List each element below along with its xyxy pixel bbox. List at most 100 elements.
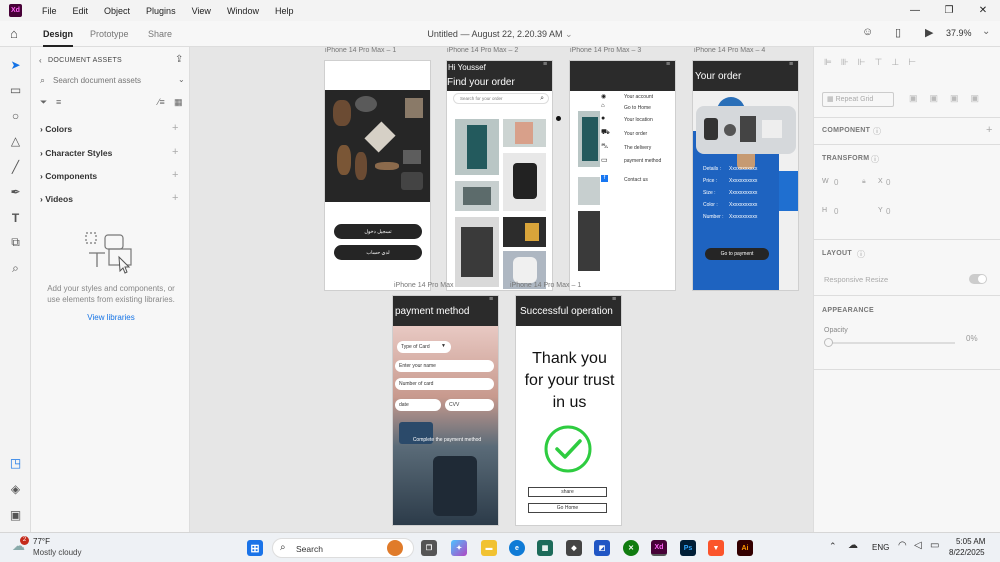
complete-payment-button[interactable]: Complete the payment method [401, 434, 493, 446]
menu-file[interactable]: File [34, 6, 65, 16]
go-to-payment-button[interactable]: Go to payment [705, 248, 769, 260]
card-type-select[interactable]: Type of Card ▼ [397, 341, 451, 353]
minimize-button[interactable]: — [898, 0, 932, 21]
clock-time[interactable]: 5:05 AM [956, 537, 985, 546]
section-videos[interactable]: › Videos + [40, 192, 178, 204]
add-component-icon[interactable]: + [986, 124, 992, 136]
artboard-4[interactable]: Your order ≡ Details : Price : Size : Co… [692, 60, 799, 291]
artboard-5-label[interactable]: iPhone 14 Pro Max [394, 282, 454, 289]
back-icon[interactable]: ‹ [39, 56, 42, 65]
view-libraries-link[interactable]: View libraries [40, 313, 182, 322]
add-component-icon[interactable]: + [172, 169, 178, 181]
volume-icon[interactable]: ◁ [914, 540, 922, 551]
clock-date[interactable]: 8/22/2025 [949, 548, 985, 557]
user-icon[interactable]: ☺ [862, 26, 873, 38]
artboard-2[interactable]: Hi Youssef Find your order ≡ Search for … [446, 60, 553, 291]
opacity-value[interactable]: 0% [966, 334, 978, 343]
battery-icon[interactable]: ▭ [930, 540, 939, 551]
info-icon[interactable]: ⓘ [871, 154, 879, 165]
weather-description[interactable]: Mostly cloudy [33, 548, 81, 557]
wifi-icon[interactable]: ◠ [898, 540, 907, 551]
menu-your-order[interactable]: Your order [624, 131, 647, 137]
zoom-level[interactable]: 37.9% [946, 28, 972, 38]
height-input[interactable]: 0 [834, 207, 838, 216]
menu-edit[interactable]: Edit [65, 6, 97, 16]
brave-icon[interactable]: ▼ [708, 540, 724, 556]
task-view-icon[interactable]: ❐ [421, 540, 437, 556]
xbox-icon[interactable]: ✕ [623, 540, 639, 556]
select-tool-icon[interactable]: ➤ [8, 57, 23, 72]
sort-icon[interactable]: ≡ [56, 97, 61, 107]
play-icon[interactable]: ▶ [925, 26, 933, 39]
artboard-2-label[interactable]: iPhone 14 Pro Max – 2 [447, 47, 518, 54]
rectangle-tool-icon[interactable]: ▭ [8, 82, 23, 97]
menu-object[interactable]: Object [96, 6, 138, 16]
pen-tool-icon[interactable]: ✒ [8, 184, 23, 199]
have-account-button[interactable]: لدي حساب [334, 245, 422, 260]
repeat-grid-button[interactable]: ▦ Repeat Grid [822, 92, 894, 107]
align-tools[interactable]: ⊫⊪⊩⊤⊥⊢ [824, 57, 925, 68]
section-colors[interactable]: › Colors + [40, 122, 178, 134]
go-home-button[interactable]: Go Home [528, 503, 607, 513]
edge-icon[interactable]: e [509, 540, 525, 556]
windows-start-icon[interactable]: ⊞ [247, 540, 263, 556]
store-icon[interactable]: ▦ [537, 540, 553, 556]
prototype-connector-dot[interactable] [556, 116, 561, 121]
width-input[interactable]: 0 [834, 178, 838, 187]
opacity-slider-handle[interactable] [824, 338, 833, 347]
menu-contact-us[interactable]: Contact us [624, 177, 648, 183]
menu-payment-method[interactable]: payment method [624, 158, 661, 164]
export-icon[interactable]: ⇪ [175, 54, 183, 65]
tray-app-icon[interactable]: ☁ [848, 540, 858, 551]
x-input[interactable]: 0 [886, 178, 890, 187]
illustrator-icon[interactable]: Ai [737, 540, 753, 556]
artboard-3-label[interactable]: iPhone 14 Pro Max – 3 [570, 47, 641, 54]
artboard-6-label[interactable]: iPhone 14 Pro Max – 1 [510, 282, 581, 289]
plugins-icon[interactable]: ▣ [8, 507, 23, 522]
hamburger-icon[interactable]: ≡ [543, 61, 547, 68]
info-icon[interactable]: ⓘ [873, 126, 881, 137]
name-input[interactable]: Enter your name [395, 360, 494, 372]
copilot-icon[interactable]: ✦ [451, 540, 467, 556]
boolean-ops-icons[interactable]: ▣▣▣▣ [909, 93, 991, 104]
teams-icon[interactable]: ◩ [594, 540, 610, 556]
xd-taskbar-icon[interactable]: Xd [651, 540, 667, 556]
menu-go-home[interactable]: Go to Home [624, 105, 651, 111]
artboard-1[interactable]: تسجيل دخول لدي حساب [324, 60, 431, 291]
y-input[interactable]: 0 [886, 207, 890, 216]
artboard-4-label[interactable]: iPhone 14 Pro Max – 4 [694, 47, 765, 54]
chevron-down-icon[interactable]: ⌄ [178, 75, 185, 84]
hamburger-icon[interactable]: ≡ [612, 296, 616, 303]
hamburger-icon[interactable]: ≡ [789, 61, 793, 68]
line-tool-icon[interactable]: ╱ [8, 159, 23, 174]
menu-view[interactable]: View [184, 6, 219, 16]
menu-delivery[interactable]: The delivery [624, 145, 651, 151]
document-title[interactable]: Untitled — August 22, 2.20.39 AM ⌄ [0, 29, 1000, 40]
info-icon[interactable]: ⓘ [857, 249, 865, 260]
assets-icon[interactable]: ◳ [8, 455, 23, 470]
artboard-1-label[interactable]: iPhone 14 Pro Max – 1 [325, 47, 396, 54]
add-character-style-icon[interactable]: + [172, 146, 178, 158]
language-indicator[interactable]: ENG [872, 543, 889, 552]
cvv-input[interactable]: CVV [445, 399, 494, 411]
photoshop-icon[interactable]: Ps [680, 540, 696, 556]
add-video-icon[interactable]: + [172, 192, 178, 204]
hamburger-icon[interactable]: ≡ [666, 61, 670, 68]
order-search-input[interactable]: Search for your order ⌕ [453, 93, 549, 104]
artboard-3[interactable]: ≡ ◉ Your account ⌂ Go to Home ● Your loc… [569, 60, 676, 291]
section-character-styles[interactable]: › Character Styles + [40, 146, 178, 158]
responsive-resize-toggle[interactable] [969, 274, 987, 284]
layers-icon[interactable]: ◈ [8, 481, 23, 496]
ellipse-tool-icon[interactable]: ○ [8, 108, 23, 123]
zoom-chevron-icon[interactable]: ⌄ [982, 26, 990, 37]
artboard-6[interactable]: Successful operation ≡ Thank you for you… [515, 295, 622, 526]
text-tool-icon[interactable]: T [8, 210, 23, 225]
hamburger-icon[interactable]: ≡ [489, 296, 493, 303]
polygon-tool-icon[interactable]: △ [8, 133, 23, 148]
search-assets-input[interactable] [53, 74, 173, 86]
add-color-icon[interactable]: + [172, 122, 178, 134]
menu-your-location[interactable]: Your location [624, 117, 653, 123]
tray-chevron-icon[interactable]: ⌃ [829, 541, 837, 552]
menu-window[interactable]: Window [219, 6, 267, 16]
menu-help[interactable]: Help [267, 6, 302, 16]
